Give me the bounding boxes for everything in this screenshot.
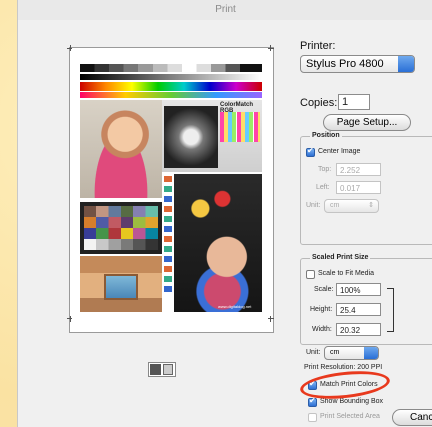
- top-field[interactable]: 2.252: [336, 163, 381, 176]
- show-bounding-box-label: Show Bounding Box: [320, 398, 384, 405]
- crop-mark: [70, 45, 71, 51]
- gray-step-bar: [80, 64, 262, 72]
- adobe-window: [104, 274, 138, 300]
- page-setup-button[interactable]: Page Setup...: [323, 114, 411, 131]
- hand-photo: [174, 174, 262, 312]
- position-title: Position: [310, 132, 342, 139]
- print-resolution: Print Resolution: 200 PPI: [304, 364, 383, 371]
- printer-label: Printer:: [300, 40, 336, 52]
- left-field[interactable]: 0.017: [336, 181, 381, 194]
- center-image-label: Center Image: [318, 148, 361, 155]
- color-swatch-grid: [220, 112, 260, 142]
- scale-field[interactable]: 100%: [336, 283, 381, 296]
- popup-arrows-icon: [398, 56, 414, 72]
- left-label: Left:: [316, 184, 330, 191]
- color-bar: [80, 92, 262, 98]
- scaled-print-title: Scaled Print Size: [310, 254, 371, 261]
- gray-ramp-bar: [80, 74, 262, 80]
- position-unit-popup[interactable]: cm ⇕: [324, 199, 379, 213]
- chevron-updown-icon: ⇕: [368, 202, 374, 209]
- cancel-button[interactable]: Canc: [392, 409, 432, 426]
- width-field[interactable]: 20.32: [336, 323, 381, 336]
- popup-arrows-icon: [364, 347, 378, 359]
- bw-photo: [164, 106, 218, 168]
- position-unit-value: cm: [330, 202, 340, 209]
- copies-label: Copies:: [300, 97, 338, 109]
- credit-text: www.digitaldog.net: [218, 304, 252, 309]
- preview-image: ColorMatch RGB www.digitaldog.net: [76, 58, 266, 316]
- center-image-checkbox[interactable]: [306, 146, 315, 157]
- print-selected-area-label: Print Selected Area: [320, 413, 380, 420]
- photo-icon[interactable]: [150, 364, 161, 375]
- position-unit-label: Unit:: [306, 202, 321, 209]
- window-title: Print: [215, 4, 236, 15]
- link-bracket: [387, 288, 394, 332]
- crop-mark: [270, 45, 271, 51]
- scale-to-fit-checkbox[interactable]: [306, 270, 315, 279]
- copies-field[interactable]: 1: [338, 94, 370, 110]
- print-dialog: Print ColorMatch RGB www.digitaldog.net: [17, 0, 432, 427]
- crop-mark: [70, 316, 71, 322]
- printer-popup[interactable]: Stylus Pro 4800: [300, 55, 415, 73]
- color-checker-patches: [84, 206, 158, 250]
- crop-mark: [270, 316, 271, 322]
- scaled-unit-value: cm: [330, 349, 340, 356]
- printer-value: Stylus Pro 4800: [306, 58, 384, 70]
- print-selected-area-checkbox[interactable]: [308, 413, 317, 422]
- height-label: Height:: [310, 306, 333, 313]
- crop-mark: [268, 48, 274, 49]
- scale-label: Scale:: [314, 286, 334, 293]
- preview-mode-icons[interactable]: [148, 362, 176, 377]
- digital-dog-vertical: [164, 176, 172, 296]
- show-bounding-box-checkbox[interactable]: [308, 396, 317, 407]
- crop-mark: [268, 318, 274, 319]
- rainbow-bar: [80, 82, 262, 91]
- document-icon[interactable]: [163, 364, 173, 375]
- scaled-unit-popup[interactable]: cm: [324, 346, 379, 360]
- scaled-unit-label: Unit:: [306, 349, 321, 356]
- height-field[interactable]: 25.4: [336, 303, 381, 316]
- top-label: Top:: [318, 166, 332, 173]
- scale-to-fit-label: Scale to Fit Media: [318, 270, 375, 277]
- portrait-photo: [80, 100, 162, 198]
- width-label: Width:: [312, 326, 332, 333]
